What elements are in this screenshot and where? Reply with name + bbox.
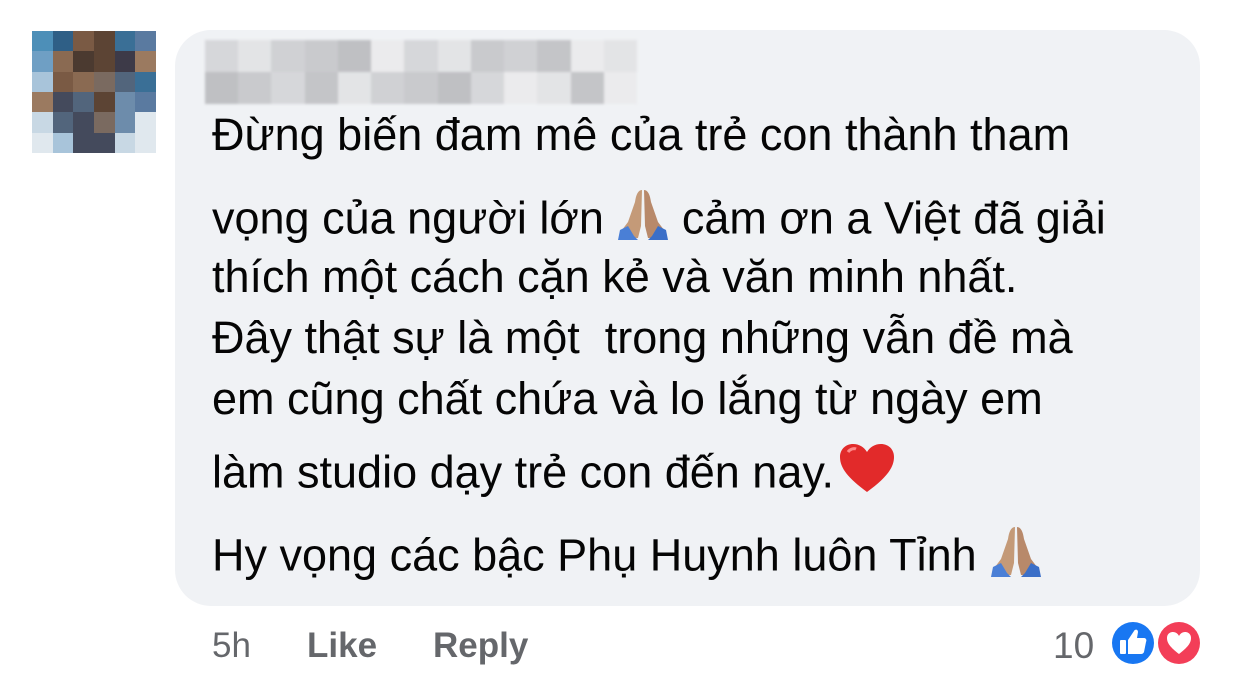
commenter-avatar[interactable]: [32, 31, 156, 153]
like-button[interactable]: Like: [307, 618, 377, 674]
red-heart-icon: [838, 442, 896, 509]
like-reaction-icon: [1109, 619, 1157, 667]
comment-line-6-text: làm studio dạy trẻ con đến nay.: [212, 446, 835, 498]
comment-timestamp[interactable]: 5h: [212, 618, 251, 674]
comment-line-2b-text: cảm ơn a Việt đã giải: [681, 192, 1106, 244]
comment-line-3: thích một cách cặn kẻ và văn minh nhất.: [212, 251, 1018, 302]
comment-line-1: Đừng biến đam mê của trẻ con thành tham: [212, 109, 1071, 160]
comment-line-2-text: vọng của người lớn: [212, 192, 604, 244]
comment-line-6: làm studio dạy trẻ con đến nay.: [212, 442, 900, 509]
reply-button[interactable]: Reply: [433, 618, 528, 674]
comment-line-4: Đây thật sự là một trong những vẫn đề mà: [212, 312, 1073, 363]
author-name-blurred[interactable]: [205, 40, 637, 104]
comment-line-7-text: Hy vọng các bậc Phụ Huynh luôn Tỉnh: [212, 529, 977, 581]
reaction-icons[interactable]: [1107, 617, 1207, 669]
reaction-count[interactable]: 10: [1053, 618, 1094, 674]
comment-line-5: em cũng chất chứa và lo lắng từ ngày em: [212, 373, 1043, 424]
folded-hands-icon: [981, 523, 1051, 594]
love-reaction-icon: [1155, 619, 1203, 667]
comment-line-7: Hy vọng các bậc Phụ Huynh luôn Tỉnh: [212, 523, 1055, 594]
